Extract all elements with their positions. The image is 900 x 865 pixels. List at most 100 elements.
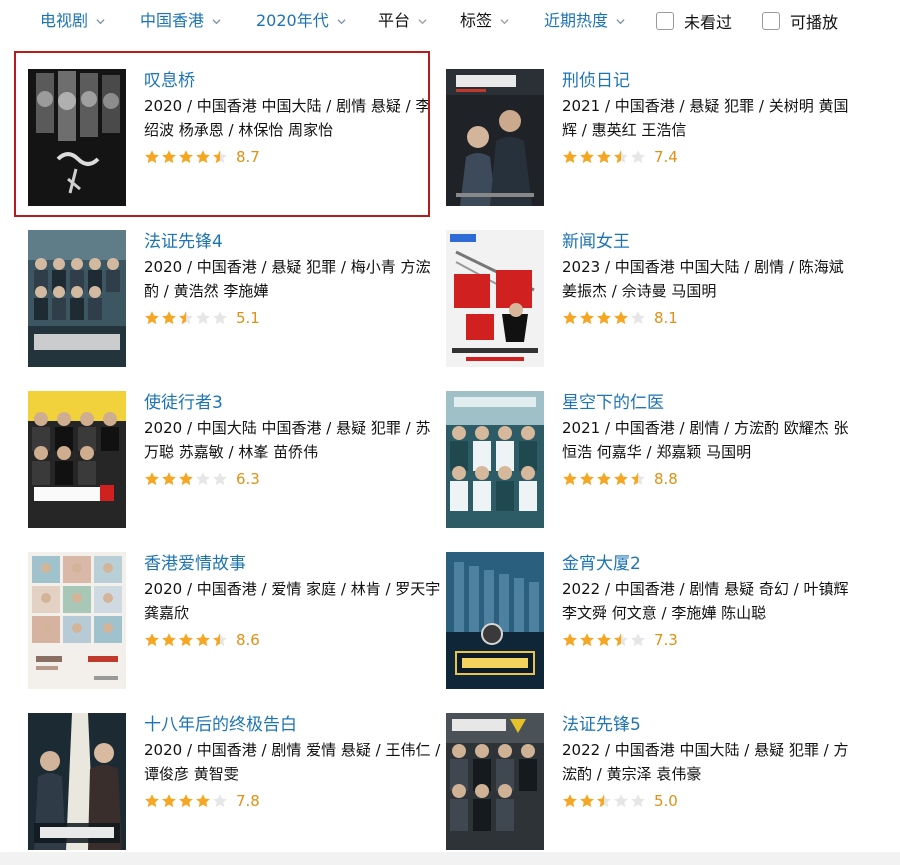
star-icon xyxy=(179,150,193,164)
half-star-icon xyxy=(213,633,227,647)
star-icon xyxy=(196,794,210,808)
rating-score: 5.1 xyxy=(236,309,260,327)
result-meta: 2023 / 中国香港 中国大陆 / 剧情 / 陈海斌 姜振杰 / 佘诗曼 马国… xyxy=(562,258,844,300)
rating-score: 7.3 xyxy=(654,631,678,649)
filter-decade-dropdown[interactable]: 2020年代 xyxy=(256,9,346,33)
filter-label: 中国香港 xyxy=(140,11,205,30)
half-star-icon xyxy=(213,150,227,164)
star-icon xyxy=(145,472,159,486)
result-title-link[interactable]: 香港爱情故事 xyxy=(144,552,444,576)
star-icon xyxy=(162,311,176,325)
filter-label: 2020年代 xyxy=(256,11,329,30)
result-title-link[interactable]: 法证先锋4 xyxy=(144,230,444,254)
result-title-link[interactable]: 法证先锋5 xyxy=(562,713,862,737)
chevron-down-icon xyxy=(500,17,509,26)
result-card[interactable]: 法证先锋5 2022 / 中国香港 中国大陆 / 悬疑 犯罪 / 方浤酌 / 黄宗… xyxy=(446,713,866,863)
rating: 7.8 xyxy=(144,789,444,813)
star-icon xyxy=(179,794,193,808)
poster-light-red-title xyxy=(446,230,544,367)
rating-stars xyxy=(144,149,229,165)
poster-duo-dark xyxy=(446,69,544,206)
star-icon xyxy=(597,633,611,647)
result-title-link[interactable]: 新闻女王 xyxy=(562,230,862,254)
result-info: 金宵大厦2 2022 / 中国香港 / 剧情 悬疑 奇幻 / 叶镇辉 李文舜 何文… xyxy=(562,552,862,652)
bottom-edge xyxy=(0,852,900,865)
poster-image[interactable] xyxy=(446,69,544,206)
star-icon xyxy=(145,794,159,808)
rating: 5.1 xyxy=(144,306,444,330)
result-card[interactable]: 香港爱情故事 2020 / 中国香港 / 爱情 家庭 / 林肯 / 罗天宇 龚嘉欣… xyxy=(28,552,448,702)
star-icon xyxy=(179,472,193,486)
poster-tiles-light xyxy=(28,552,126,689)
half-star-icon xyxy=(597,794,611,808)
rating-score: 5.0 xyxy=(654,792,678,810)
chevron-down-icon xyxy=(337,17,346,26)
rating: 8.7 xyxy=(144,145,444,169)
result-info: 新闻女王 2023 / 中国香港 中国大陆 / 剧情 / 陈海斌 姜振杰 / 佘诗… xyxy=(562,230,862,330)
result-info: 法证先锋5 2022 / 中国香港 中国大陆 / 悬疑 犯罪 / 方浤酌 / 黄宗… xyxy=(562,713,862,813)
result-meta: 2020 / 中国香港 / 爱情 家庭 / 林肯 / 罗天宇 龚嘉欣 xyxy=(144,580,441,622)
star-icon xyxy=(563,633,577,647)
poster-image[interactable] xyxy=(28,69,126,206)
half-star-icon xyxy=(179,311,193,325)
checkbox-box[interactable] xyxy=(656,12,674,30)
result-card[interactable]: 使徒行者3 2020 / 中国大陆 中国香港 / 悬疑 犯罪 / 苏万聪 苏嘉敏 … xyxy=(28,391,448,541)
star-icon xyxy=(196,633,210,647)
poster-hospital-teal xyxy=(446,391,544,528)
poster-image[interactable] xyxy=(28,391,126,528)
star-icon xyxy=(580,794,594,808)
star-icon xyxy=(563,794,577,808)
result-card[interactable]: 星空下的仁医 2021 / 中国香港 / 剧情 / 方浤酌 欧耀杰 张恒浩 何嘉华… xyxy=(446,391,866,541)
poster-group-gray xyxy=(446,713,544,850)
rating: 8.1 xyxy=(562,306,862,330)
filter-tag-dropdown[interactable]: 标签 xyxy=(460,9,509,33)
unwatched-checkbox[interactable]: 未看过 xyxy=(656,9,732,33)
playable-checkbox[interactable]: 可播放 xyxy=(762,9,838,33)
filter-label: 电视剧 xyxy=(40,11,89,30)
filter-label: 标签 xyxy=(460,11,493,30)
empty-star-icon xyxy=(213,794,227,808)
star-icon xyxy=(162,150,176,164)
result-title-link[interactable]: 金宵大厦2 xyxy=(562,552,862,576)
result-title-link[interactable]: 使徒行者3 xyxy=(144,391,444,415)
result-card[interactable]: 法证先锋4 2020 / 中国香港 / 悬疑 犯罪 / 梅小青 方浤酌 / 黄浩然… xyxy=(28,230,448,380)
star-icon xyxy=(162,633,176,647)
poster-image[interactable] xyxy=(28,230,126,367)
poster-image[interactable] xyxy=(28,713,126,850)
filter-genre-dropdown[interactable]: 电视剧 xyxy=(40,9,105,33)
result-card[interactable]: 金宵大厦2 2022 / 中国香港 / 剧情 悬疑 奇幻 / 叶镇辉 李文舜 何文… xyxy=(446,552,866,702)
result-card[interactable]: 叹息桥 2020 / 中国香港 中国大陆 / 剧情 悬疑 / 李绍波 杨承恩 / … xyxy=(28,69,448,219)
poster-yellow-group xyxy=(28,391,126,528)
rating: 7.3 xyxy=(562,628,862,652)
result-card[interactable]: 十八年后的终极告白 2020 / 中国香港 / 剧情 爱情 悬疑 / 王伟仁 / … xyxy=(28,713,448,863)
result-meta: 2022 / 中国香港 中国大陆 / 悬疑 犯罪 / 方浤酌 / 黄宗泽 袁伟豪 xyxy=(562,741,849,783)
star-icon xyxy=(179,633,193,647)
poster-image[interactable] xyxy=(446,391,544,528)
filter-sort-dropdown[interactable]: 近期热度 xyxy=(544,9,625,33)
checkbox-box[interactable] xyxy=(762,12,780,30)
rating-stars xyxy=(144,632,229,648)
result-title-link[interactable]: 刑侦日记 xyxy=(562,69,862,93)
rating-stars xyxy=(562,149,647,165)
poster-image[interactable] xyxy=(446,230,544,367)
result-card[interactable]: 新闻女王 2023 / 中国香港 中国大陆 / 剧情 / 陈海斌 姜振杰 / 佘诗… xyxy=(446,230,866,380)
empty-star-icon xyxy=(614,794,628,808)
star-icon xyxy=(614,472,628,486)
result-title-link[interactable]: 星空下的仁医 xyxy=(562,391,862,415)
half-star-icon xyxy=(614,633,628,647)
result-card[interactable]: 刑侦日记 2021 / 中国香港 / 悬疑 犯罪 / 关树明 黄国辉 / 惠英红 … xyxy=(446,69,866,219)
filter-platform-dropdown[interactable]: 平台 xyxy=(378,9,427,33)
filter-region-dropdown[interactable]: 中国香港 xyxy=(140,9,221,33)
star-icon xyxy=(580,150,594,164)
result-title-link[interactable]: 十八年后的终极告白 xyxy=(144,713,444,737)
poster-image[interactable] xyxy=(446,552,544,689)
empty-star-icon xyxy=(196,472,210,486)
result-info: 使徒行者3 2020 / 中国大陆 中国香港 / 悬疑 犯罪 / 苏万聪 苏嘉敏 … xyxy=(144,391,444,491)
empty-star-icon xyxy=(213,311,227,325)
rating-score: 8.1 xyxy=(654,309,678,327)
result-title-link[interactable]: 叹息桥 xyxy=(144,69,444,93)
result-meta: 2020 / 中国香港 / 剧情 爱情 悬疑 / 王伟仁 / 谭俊彦 黄智雯 xyxy=(144,741,441,783)
poster-image[interactable] xyxy=(28,552,126,689)
poster-image[interactable] xyxy=(446,713,544,850)
chevron-down-icon xyxy=(418,17,427,26)
